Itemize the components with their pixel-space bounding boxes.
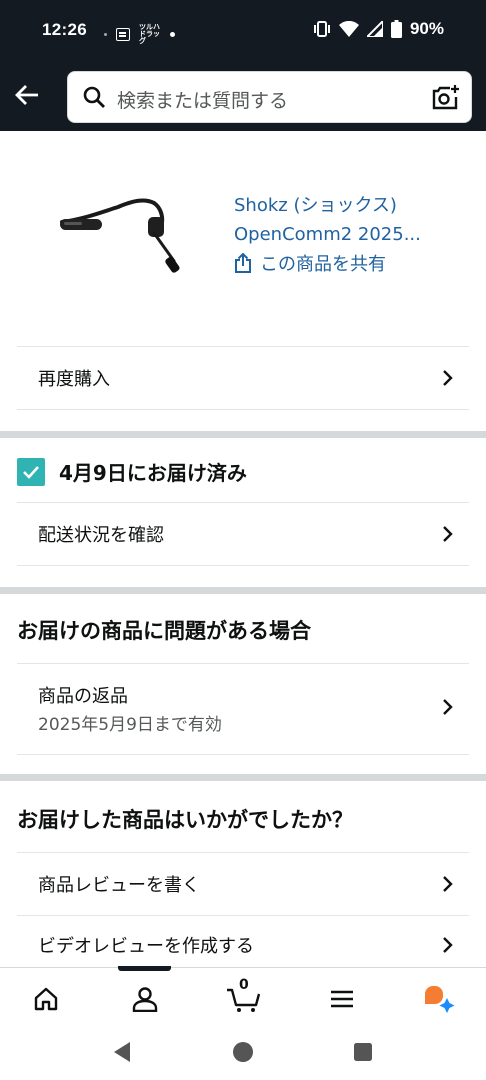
status-bar: 12:26 ツルハ ドラッグ 90% [0, 0, 486, 60]
product-title-line2: OpenComm2 2025... [234, 224, 421, 245]
signal-icon [366, 21, 383, 37]
status-time: 12:26 [42, 20, 87, 39]
track-package-button[interactable]: 配送状況を確認 [17, 503, 469, 565]
cart-icon[interactable]: 0 [224, 977, 264, 1016]
search-input[interactable]: 検索または質問する [67, 71, 472, 123]
notification-dot-icon [170, 32, 175, 37]
search-placeholder: 検索または質問する [117, 90, 289, 112]
divider [17, 409, 469, 410]
cart-count: 0 [239, 977, 249, 993]
delivery-status: 4月9日にお届け済み [17, 457, 247, 486]
write-review-label: 商品レビューを書く [38, 875, 200, 896]
buy-again-label: 再度購入 [38, 369, 110, 390]
return-deadline: 2025年5月9日まで有効 [38, 715, 222, 735]
chevron-right-icon [443, 699, 453, 715]
system-home-icon[interactable] [232, 1041, 254, 1063]
product-title[interactable]: Shokz (ショックス) OpenComm2 2025... [234, 191, 444, 249]
home-icon[interactable] [29, 982, 63, 1016]
delivery-status-text: 4月9日にお届け済み [59, 461, 247, 485]
chevron-right-icon [443, 370, 453, 386]
chevron-right-icon [443, 937, 453, 953]
video-review-button[interactable]: ビデオレビューを作成する [17, 916, 469, 974]
wifi-icon [338, 21, 359, 37]
account-icon[interactable] [128, 982, 162, 1016]
system-back-icon[interactable] [112, 1041, 132, 1063]
search-icon [83, 86, 105, 108]
rufus-icon[interactable] [422, 982, 456, 1016]
product-title-line1: Shokz (ショックス) [234, 195, 397, 216]
header: 検索または質問する [0, 60, 486, 131]
buy-again-button[interactable]: 再度購入 [17, 347, 469, 409]
video-review-label: ビデオレビューを作成する [38, 936, 254, 957]
track-package-label: 配送状況を確認 [38, 525, 164, 546]
return-label: 商品の返品 [38, 686, 128, 707]
return-item-button[interactable]: 商品の返品 2025年5月9日まで有効 [17, 664, 469, 754]
share-product-link[interactable]: この商品を共有 [234, 250, 386, 276]
write-review-button[interactable]: 商品レビューを書く [17, 853, 469, 915]
section-separator [0, 774, 486, 781]
system-nav-bar [0, 1027, 486, 1080]
section-separator [0, 587, 486, 594]
divider [17, 565, 469, 566]
battery-icon [390, 20, 402, 38]
news-icon [116, 28, 130, 41]
battery-percent: 90% [409, 19, 444, 38]
divider [17, 754, 469, 755]
section-separator [0, 431, 486, 438]
share-icon [235, 253, 251, 273]
feedback-section-title: お届けした商品はいかがでしたか？ [17, 808, 353, 832]
notification-icons: ツルハ ドラッグ [104, 24, 175, 45]
product-image[interactable] [56, 195, 186, 280]
chevron-right-icon [443, 526, 453, 542]
bottom-nav: 0 [0, 966, 486, 1027]
vibrate-icon [313, 21, 330, 37]
active-tab-indicator [118, 966, 171, 971]
camera-icon[interactable] [432, 84, 459, 111]
menu-icon[interactable] [325, 982, 359, 1016]
problem-section-title: お届けの商品に問題がある場合 [17, 619, 311, 643]
app-badge-icon: ツルハ ドラッグ [139, 23, 160, 45]
status-right: 90% [313, 19, 444, 39]
checkmark-icon [17, 457, 45, 486]
share-label: この商品を共有 [260, 254, 386, 275]
system-recents-icon[interactable] [353, 1042, 373, 1062]
chevron-right-icon [443, 876, 453, 892]
back-arrow-icon[interactable] [12, 80, 42, 110]
dot-icon [104, 33, 107, 36]
